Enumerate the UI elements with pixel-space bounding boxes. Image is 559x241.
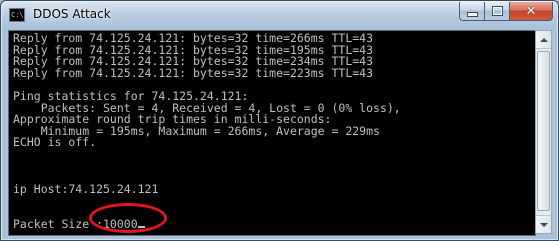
- arrow-down-icon: [539, 222, 548, 227]
- arrow-up-icon: [539, 37, 548, 42]
- console-line-text: ip Host:74.125.24.121: [13, 181, 159, 196]
- minimize-icon: [466, 11, 478, 17]
- maximize-button[interactable]: [485, 2, 510, 21]
- close-button[interactable]: ✕: [510, 2, 553, 21]
- scrollbar-thumb[interactable]: [537, 51, 550, 211]
- vertical-scrollbar[interactable]: [535, 30, 552, 234]
- console-line-text: Packet Size :10000: [13, 216, 138, 231]
- title-bar[interactable]: C:\ DDOS Attack ✕: [1, 1, 558, 30]
- console-lines: Reply from 74.125.24.121: bytes=32 time=…: [13, 32, 401, 231]
- console-line-text: ECHO is off.: [13, 135, 97, 150]
- maximize-icon: [491, 6, 503, 16]
- minimize-button[interactable]: [459, 2, 485, 21]
- close-icon: ✕: [525, 3, 537, 19]
- console-line: ip Host:74.125.24.121: [13, 181, 401, 196]
- console-app-icon[interactable]: C:\: [9, 8, 25, 22]
- console-line: ECHO is off.: [13, 137, 401, 149]
- console-line: Packet Size :10000: [13, 216, 401, 231]
- window-title: DDOS Attack: [33, 7, 111, 21]
- console-line: Reply from 74.125.24.121: bytes=32 time=…: [13, 65, 401, 80]
- scroll-down-button[interactable]: [536, 215, 551, 233]
- window-controls: ✕: [459, 2, 553, 21]
- console-output[interactable]: Reply from 74.125.24.121: bytes=32 time=…: [8, 30, 536, 236]
- console-window: C:\ DDOS Attack ✕ Reply from 74.125.24.1…: [0, 0, 559, 241]
- scroll-up-button[interactable]: [536, 31, 551, 49]
- text-cursor: [137, 225, 145, 228]
- console-line-text: Reply from 74.125.24.121: bytes=32 time=…: [13, 65, 374, 80]
